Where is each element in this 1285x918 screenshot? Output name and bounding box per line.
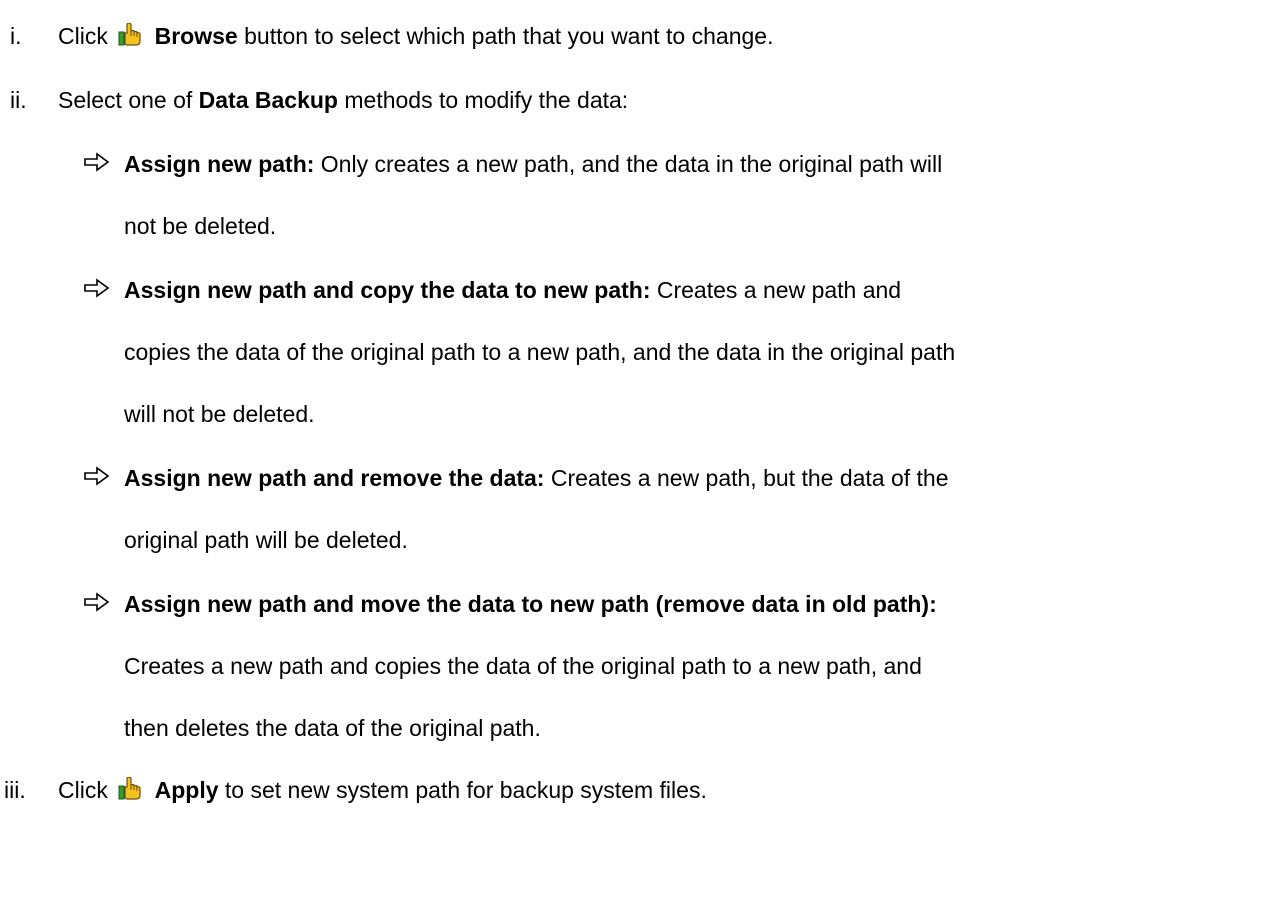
step-number: iii. xyxy=(4,776,48,804)
method-title: Assign new path and remove the data: xyxy=(124,465,545,491)
apply-button-label: Apply xyxy=(154,777,219,803)
step-number-text: iii. xyxy=(4,777,26,803)
method-text: original path will be deleted. xyxy=(124,527,408,553)
method-item: Assign new path: Only creates a new path… xyxy=(124,150,942,178)
browse-button-label: Browse xyxy=(154,23,238,49)
step-text: button to select which path that you wan… xyxy=(237,23,774,49)
step-text: to set new system path for backup system… xyxy=(218,777,707,803)
step-text: Select one of xyxy=(58,87,199,113)
step-apply: Click Apply to set new system path for b… xyxy=(58,776,707,804)
method-item: Assign new path and copy the data to new… xyxy=(124,276,901,304)
method-text: Creates a new path and xyxy=(650,277,902,303)
hand-pointer-icon xyxy=(118,23,141,46)
step-number: ii. xyxy=(10,86,48,114)
method-text-line: copies the data of the original path to … xyxy=(124,338,955,366)
method-title: Assign new path and move the data to new… xyxy=(124,591,937,617)
method-text: will not be deleted. xyxy=(124,401,315,427)
method-item: Assign new path and move the data to new… xyxy=(124,590,937,618)
method-text-line: original path will be deleted. xyxy=(124,526,408,554)
arrow-bullet-icon xyxy=(84,153,109,171)
method-item: Assign new path and remove the data: Cre… xyxy=(124,464,949,492)
method-text: not be deleted. xyxy=(124,213,277,239)
arrow-bullet-icon xyxy=(84,593,109,611)
method-text-line: not be deleted. xyxy=(124,212,276,240)
step-number-text: i. xyxy=(10,23,22,49)
step-browse: Click Browse button to select which path… xyxy=(58,22,773,50)
arrow-bullet-icon xyxy=(84,467,109,485)
method-text: then deletes the data of the original pa… xyxy=(124,715,541,741)
method-text: Only creates a new path, and the data in… xyxy=(314,151,943,177)
method-text-line: Creates a new path and copies the data o… xyxy=(124,652,922,680)
step-number-text: ii. xyxy=(10,87,27,113)
method-text: Creates a new path and copies the data o… xyxy=(124,653,922,679)
method-title: Assign new path and copy the data to new… xyxy=(124,277,651,303)
hand-pointer-icon xyxy=(118,777,141,800)
step-text: methods to modify the data: xyxy=(337,87,629,113)
method-text: copies the data of the original path to … xyxy=(124,339,956,365)
step-number: i. xyxy=(10,22,48,50)
arrow-bullet-icon xyxy=(84,279,109,297)
method-text: Creates a new path, but the data of the xyxy=(544,465,949,491)
step-text: Click xyxy=(58,777,108,803)
step-select-method: Select one of Data Backup methods to mod… xyxy=(58,86,628,114)
data-backup-label: Data Backup xyxy=(198,87,338,113)
method-text-line: then deletes the data of the original pa… xyxy=(124,714,541,742)
method-title: Assign new path: xyxy=(124,151,315,177)
method-text-line: will not be deleted. xyxy=(124,400,315,428)
step-text: Click xyxy=(58,23,108,49)
